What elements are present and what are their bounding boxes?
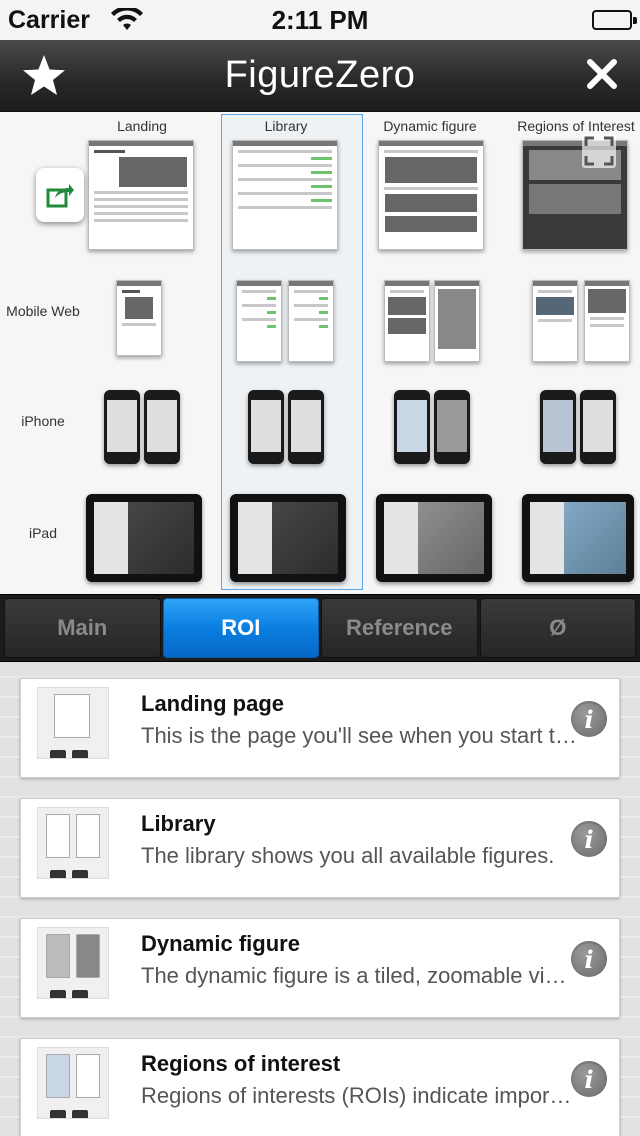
thumbnail-ipad-dynamic[interactable] bbox=[376, 494, 492, 582]
list-item-title: Landing page bbox=[141, 691, 284, 716]
thumbnail-web-dynamic-figure[interactable] bbox=[378, 140, 484, 250]
list-item-library[interactable]: Library The library shows you all availa… bbox=[20, 798, 620, 898]
share-icon bbox=[46, 184, 74, 208]
tab-roi[interactable]: ROI bbox=[162, 598, 319, 658]
row-header-mobile-web: Mobile Web bbox=[6, 303, 80, 319]
thumbnail-iphone-roi-1[interactable] bbox=[540, 390, 576, 464]
list-item-description: The dynamic figure is a tiled, zoomable … bbox=[141, 963, 577, 988]
segmented-tabs: Main ROI Reference Ø bbox=[0, 594, 640, 662]
share-button[interactable] bbox=[36, 168, 84, 222]
status-bar: Carrier 2:11 PM bbox=[0, 0, 640, 40]
thumbnail-ipad-library[interactable] bbox=[230, 494, 346, 582]
thumbnail-iphone-landing-2[interactable] bbox=[144, 390, 180, 464]
info-icon[interactable]: i bbox=[571, 941, 607, 977]
row-header-ipad: iPad bbox=[28, 525, 58, 541]
thumbnail-iphone-dynamic-1[interactable] bbox=[394, 390, 430, 464]
thumbnail-iphone-landing-1[interactable] bbox=[104, 390, 140, 464]
tab-main[interactable]: Main bbox=[4, 598, 161, 658]
thumbnail-ipad-roi[interactable] bbox=[522, 494, 634, 582]
thumbnail-mobile-library-2[interactable] bbox=[288, 280, 334, 362]
nav-bar: FigureZero bbox=[0, 40, 640, 112]
thumbnail-iphone-dynamic-2[interactable] bbox=[434, 390, 470, 464]
thumbnail-iphone-library-2[interactable] bbox=[288, 390, 324, 464]
tab-reference[interactable]: Reference bbox=[321, 598, 478, 658]
list-item-description: The library shows you all available figu… bbox=[141, 843, 555, 868]
list-item-dynamic-figure[interactable]: Dynamic figure The dynamic figure is a t… bbox=[20, 918, 620, 1018]
thumbnail-mobile-library-1[interactable] bbox=[236, 280, 282, 362]
thumbnail-mobile-roi-1[interactable] bbox=[532, 280, 578, 362]
thumbnail-mobile-dynamic-1[interactable] bbox=[384, 280, 430, 362]
column-header-dynamic-figure: Dynamic figure bbox=[383, 118, 477, 134]
column-header-landing: Landing bbox=[117, 118, 167, 134]
list-item-title: Regions of interest bbox=[141, 1051, 341, 1076]
info-icon[interactable]: i bbox=[571, 1061, 607, 1097]
expand-icon[interactable] bbox=[580, 132, 618, 175]
thumbnail-mobile-landing[interactable] bbox=[116, 280, 162, 356]
column-header-library: Library bbox=[264, 118, 308, 134]
list-item-description: This is the page you'll see when you sta… bbox=[141, 723, 577, 748]
info-icon[interactable]: i bbox=[571, 821, 607, 857]
list-item-thumbnail bbox=[37, 1047, 109, 1119]
column-header-roi: Regions of Interest bbox=[517, 118, 635, 134]
item-list: Landing page This is the page you'll see… bbox=[0, 662, 640, 1136]
thumbnail-web-landing[interactable] bbox=[88, 140, 194, 250]
list-item-thumbnail bbox=[37, 927, 109, 999]
list-item-title: Library bbox=[141, 811, 216, 836]
thumbnail-mobile-dynamic-2[interactable] bbox=[434, 280, 480, 362]
battery-icon bbox=[592, 10, 637, 30]
thumbnail-mobile-roi-2[interactable] bbox=[584, 280, 630, 362]
close-icon[interactable] bbox=[584, 56, 620, 97]
info-icon[interactable]: i bbox=[571, 701, 607, 737]
row-header-iphone: iPhone bbox=[21, 413, 65, 429]
list-item-landing-page[interactable]: Landing page This is the page you'll see… bbox=[20, 678, 620, 778]
thumbnail-ipad-landing[interactable] bbox=[86, 494, 202, 582]
list-item-regions-of-interest[interactable]: Regions of interest Regions of interests… bbox=[20, 1038, 620, 1136]
thumbnail-web-library[interactable] bbox=[232, 140, 338, 250]
list-item-thumbnail bbox=[37, 687, 109, 759]
list-item-description: Regions of interests (ROIs) indicate imp… bbox=[141, 1083, 577, 1108]
app-title: FigureZero bbox=[224, 54, 416, 96]
tab-none[interactable]: Ø bbox=[479, 598, 636, 658]
thumbnail-iphone-roi-2[interactable] bbox=[580, 390, 616, 464]
star-icon[interactable] bbox=[22, 53, 66, 102]
status-time: 2:11 PM bbox=[271, 5, 369, 35]
list-item-title: Dynamic figure bbox=[141, 931, 300, 956]
thumbnail-iphone-library-1[interactable] bbox=[248, 390, 284, 464]
list-item-thumbnail bbox=[37, 807, 109, 879]
screenshot-grid[interactable]: Landing Library Dynamic figure Regions o… bbox=[0, 112, 640, 594]
